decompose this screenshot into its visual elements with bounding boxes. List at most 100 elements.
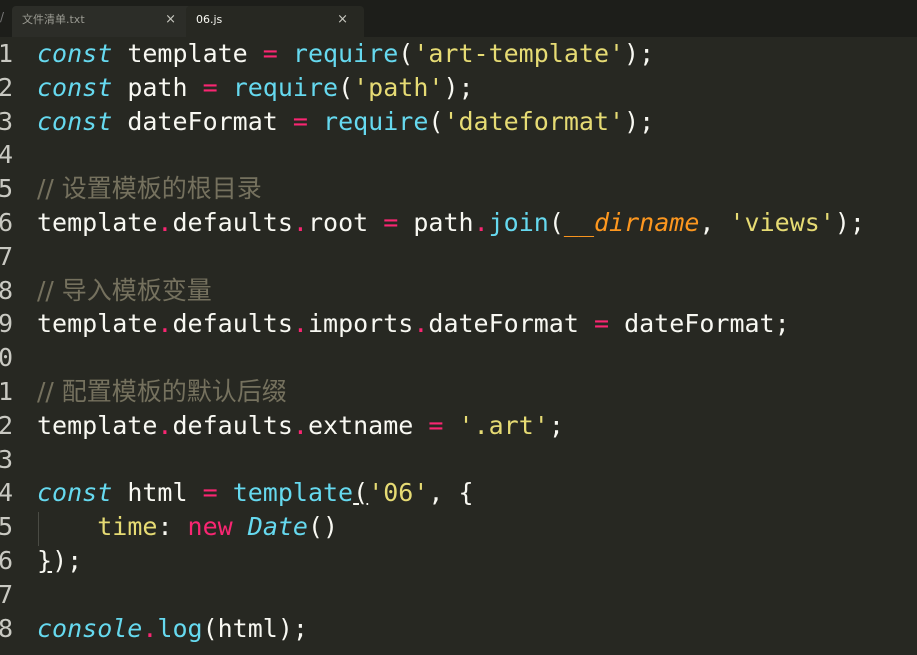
code-token: template <box>37 410 158 440</box>
code-editor[interactable]: 1 const template = require('art-template'… <box>0 37 917 655</box>
code-line[interactable]: 8 // 导入模板变量 <box>0 274 917 308</box>
code-line[interactable]: 4 const html = template('06', { <box>0 476 917 510</box>
line-number: 2 <box>0 410 13 440</box>
code-token: '06' <box>368 478 429 508</box>
code-token: = <box>202 478 218 508</box>
code-token: ); <box>624 39 655 68</box>
tab-label: 文件清单.txt <box>22 13 85 26</box>
code-token: : <box>157 512 188 542</box>
code-line[interactable]: 7 <box>0 578 917 612</box>
code-token: ( <box>338 72 354 102</box>
code-line[interactable]: 1 const template = require('art-template'… <box>0 37 917 71</box>
code-token: = <box>383 208 399 237</box>
code-token: , <box>699 208 730 237</box>
code-text: template.defaults.root = path.join(__dir… <box>37 206 865 240</box>
code-token: = <box>262 39 278 68</box>
line-number: 6 <box>0 546 13 575</box>
code-token: ( <box>353 478 369 508</box>
code-token: () <box>307 512 339 542</box>
code-token: ); <box>443 72 474 102</box>
code-token: extname <box>307 410 429 440</box>
tab-overflow-icon[interactable]: / <box>0 10 4 24</box>
code-text: const template = require('art-template')… <box>37 37 654 71</box>
code-line[interactable]: 7 <box>0 240 917 274</box>
code-token: . <box>157 208 173 237</box>
line-number: 8 <box>0 275 13 305</box>
code-token: html <box>112 478 203 508</box>
close-icon[interactable]: × <box>165 6 176 34</box>
code-line[interactable]: 4 <box>0 138 917 172</box>
code-line[interactable]: 9 template.defaults.imports.dateFormat = … <box>0 307 917 341</box>
code-text: // 配置模板的默认后缀 <box>37 375 287 409</box>
code-token: console <box>37 613 143 643</box>
code-token: . <box>292 208 308 237</box>
code-line[interactable]: 2 template.defaults.extname = '.art'; <box>0 409 917 443</box>
code-text: time: new Date() <box>37 510 338 544</box>
code-token: template <box>232 478 354 508</box>
code-line[interactable]: 3 const dateFormat = require('dateformat'… <box>0 105 917 139</box>
code-token: imports <box>307 309 414 339</box>
code-token: . <box>413 309 429 339</box>
code-token: defaults <box>172 410 293 440</box>
close-icon[interactable]: × <box>337 6 348 34</box>
tab-06-js[interactable]: 06.js × <box>186 6 364 37</box>
code-line[interactable]: 5 time: new Date() <box>0 510 917 544</box>
code-token: . <box>292 309 308 339</box>
code-token: __dirname <box>563 208 700 237</box>
code-token: time <box>97 512 158 542</box>
code-text: template.defaults.extname = '.art'; <box>37 409 564 443</box>
line-number: 8 <box>0 613 13 643</box>
code-line[interactable]: 6 template.defaults.root = path.join(__di… <box>0 206 917 240</box>
code-line[interactable]: 3 <box>0 443 917 477</box>
code-line[interactable]: 2 const path = require('path'); <box>0 71 917 105</box>
code-token: defaults <box>172 208 293 237</box>
code-token: // 设置模板的根目录 <box>37 174 262 204</box>
code-text: template.defaults.imports.dateFormat = d… <box>37 307 790 341</box>
code-token: const <box>37 72 113 102</box>
code-token: Date <box>247 512 308 542</box>
code-token: 'views' <box>729 208 835 237</box>
tab-bar: / 文件清单.txt × 06.js × <box>0 0 917 37</box>
code-token: ( <box>548 208 564 237</box>
code-text: }); <box>37 544 82 578</box>
code-token: . <box>157 410 173 440</box>
code-line[interactable]: 6}); <box>0 544 917 578</box>
code-token: require <box>292 39 399 68</box>
tab-label: 06.js <box>196 13 223 26</box>
code-token: '.art' <box>458 410 549 440</box>
line-number: 2 <box>0 72 13 102</box>
code-token: . <box>292 410 308 440</box>
code-token: require <box>232 72 339 102</box>
code-token: root <box>307 208 384 237</box>
tab-file-list[interactable]: 文件清单.txt × <box>12 6 192 37</box>
code-token: // 导入模板变量 <box>37 275 212 305</box>
line-number: 6 <box>0 208 13 237</box>
line-number: 7 <box>0 241 13 271</box>
code-token: . <box>157 309 173 339</box>
code-token: = <box>202 72 218 102</box>
code-line[interactable]: 0 <box>0 341 917 375</box>
code-text: const dateFormat = require('dateformat')… <box>37 105 654 139</box>
line-number: 1 <box>0 39 13 68</box>
code-token: path <box>398 208 474 237</box>
code-token: ); <box>624 106 655 136</box>
code-token: const <box>37 106 113 136</box>
code-line[interactable]: 8 console.log(html); <box>0 612 917 646</box>
code-text: // 设置模板的根目录 <box>37 172 262 206</box>
code-line[interactable]: 5 // 设置模板的根目录 <box>0 172 917 206</box>
code-line[interactable]: 1 // 配置模板的默认后缀 <box>0 375 917 409</box>
line-number: 3 <box>0 106 13 136</box>
code-token: dateFormat <box>428 309 594 339</box>
code-text: const path = require('path'); <box>37 71 474 105</box>
code-token: require <box>323 106 429 136</box>
code-token: defaults <box>172 309 293 339</box>
code-token: 'dateformat' <box>443 106 625 136</box>
line-number: 7 <box>0 579 13 609</box>
code-token: const <box>37 478 113 508</box>
line-number: 5 <box>0 512 13 542</box>
